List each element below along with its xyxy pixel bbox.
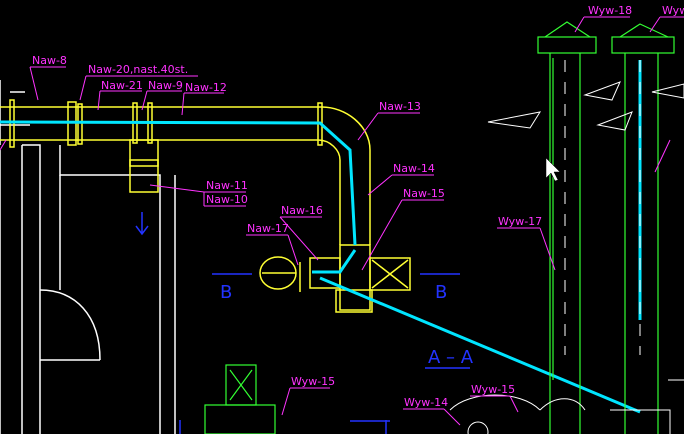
label-wyw-15-left: Wyw-15	[291, 375, 335, 388]
label-naw-12: Naw-12	[185, 81, 227, 94]
label-wyw-18-right: Wyw-18	[662, 4, 684, 17]
cad-drawing-canvas[interactable]: Naw-8 Naw-20,nast.40st. Naw-21 Naw-9 Naw…	[0, 0, 684, 434]
label-naw-17: Naw-17	[247, 222, 289, 235]
label-naw-15: Naw-15	[403, 187, 445, 200]
label-wyw-17: Wyw-17	[498, 215, 542, 228]
label-naw-21: Naw-21	[101, 79, 143, 92]
label-naw-13: Naw-13	[379, 100, 421, 113]
label-naw-9: Naw-9	[148, 79, 183, 92]
label-naw-14: Naw-14	[393, 162, 435, 175]
section-b-right: B	[435, 282, 447, 303]
section-aa-title: A – A	[428, 347, 474, 368]
section-b-left: B	[220, 282, 232, 303]
label-naw-8: Naw-8	[32, 54, 67, 67]
label-naw-20: Naw-20,nast.40st.	[88, 63, 188, 76]
cad-drawing: Naw-8 Naw-20,nast.40st. Naw-21 Naw-9 Naw…	[0, 4, 684, 434]
label-naw-16: Naw-16	[281, 204, 323, 217]
label-wyw-14: Wyw-14	[404, 396, 448, 409]
label-wyw-18: Wyw-18	[588, 4, 632, 17]
stack-section-marks	[449, 60, 684, 434]
label-naw-11: Naw-11	[206, 179, 248, 192]
label-naw-10: Naw-10	[206, 193, 248, 206]
duct-centerlines	[0, 60, 642, 414]
label-wyw-15-right: Wyw-15	[471, 383, 515, 396]
